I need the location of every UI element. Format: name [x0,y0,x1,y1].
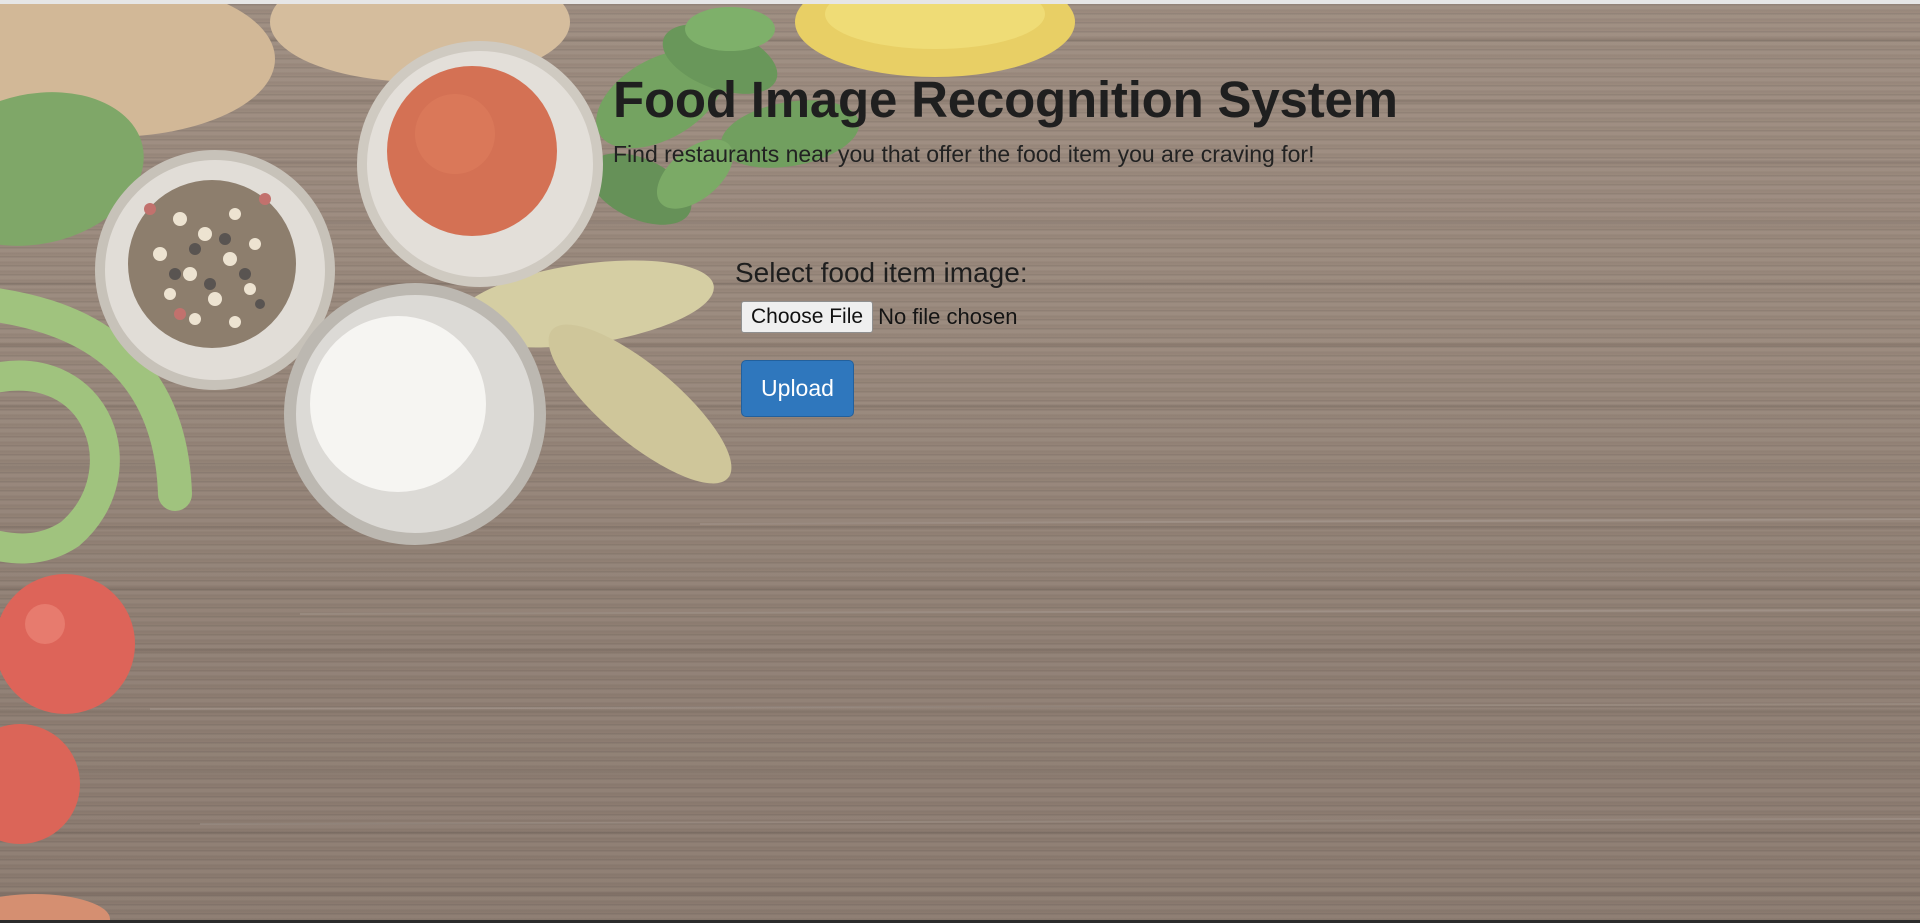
file-input-label: Select food item image: [735,257,1028,288]
page-subtitle: Find restaurants near you that offer the… [613,141,1315,167]
choose-file-button[interactable]: Choose File [741,301,874,333]
file-status-text: No file chosen [878,304,1018,329]
file-input[interactable]: Choose File No file chosen [741,301,1017,333]
upload-button[interactable]: Upload [741,360,854,417]
page-title: Food Image Recognition System [613,71,1398,128]
